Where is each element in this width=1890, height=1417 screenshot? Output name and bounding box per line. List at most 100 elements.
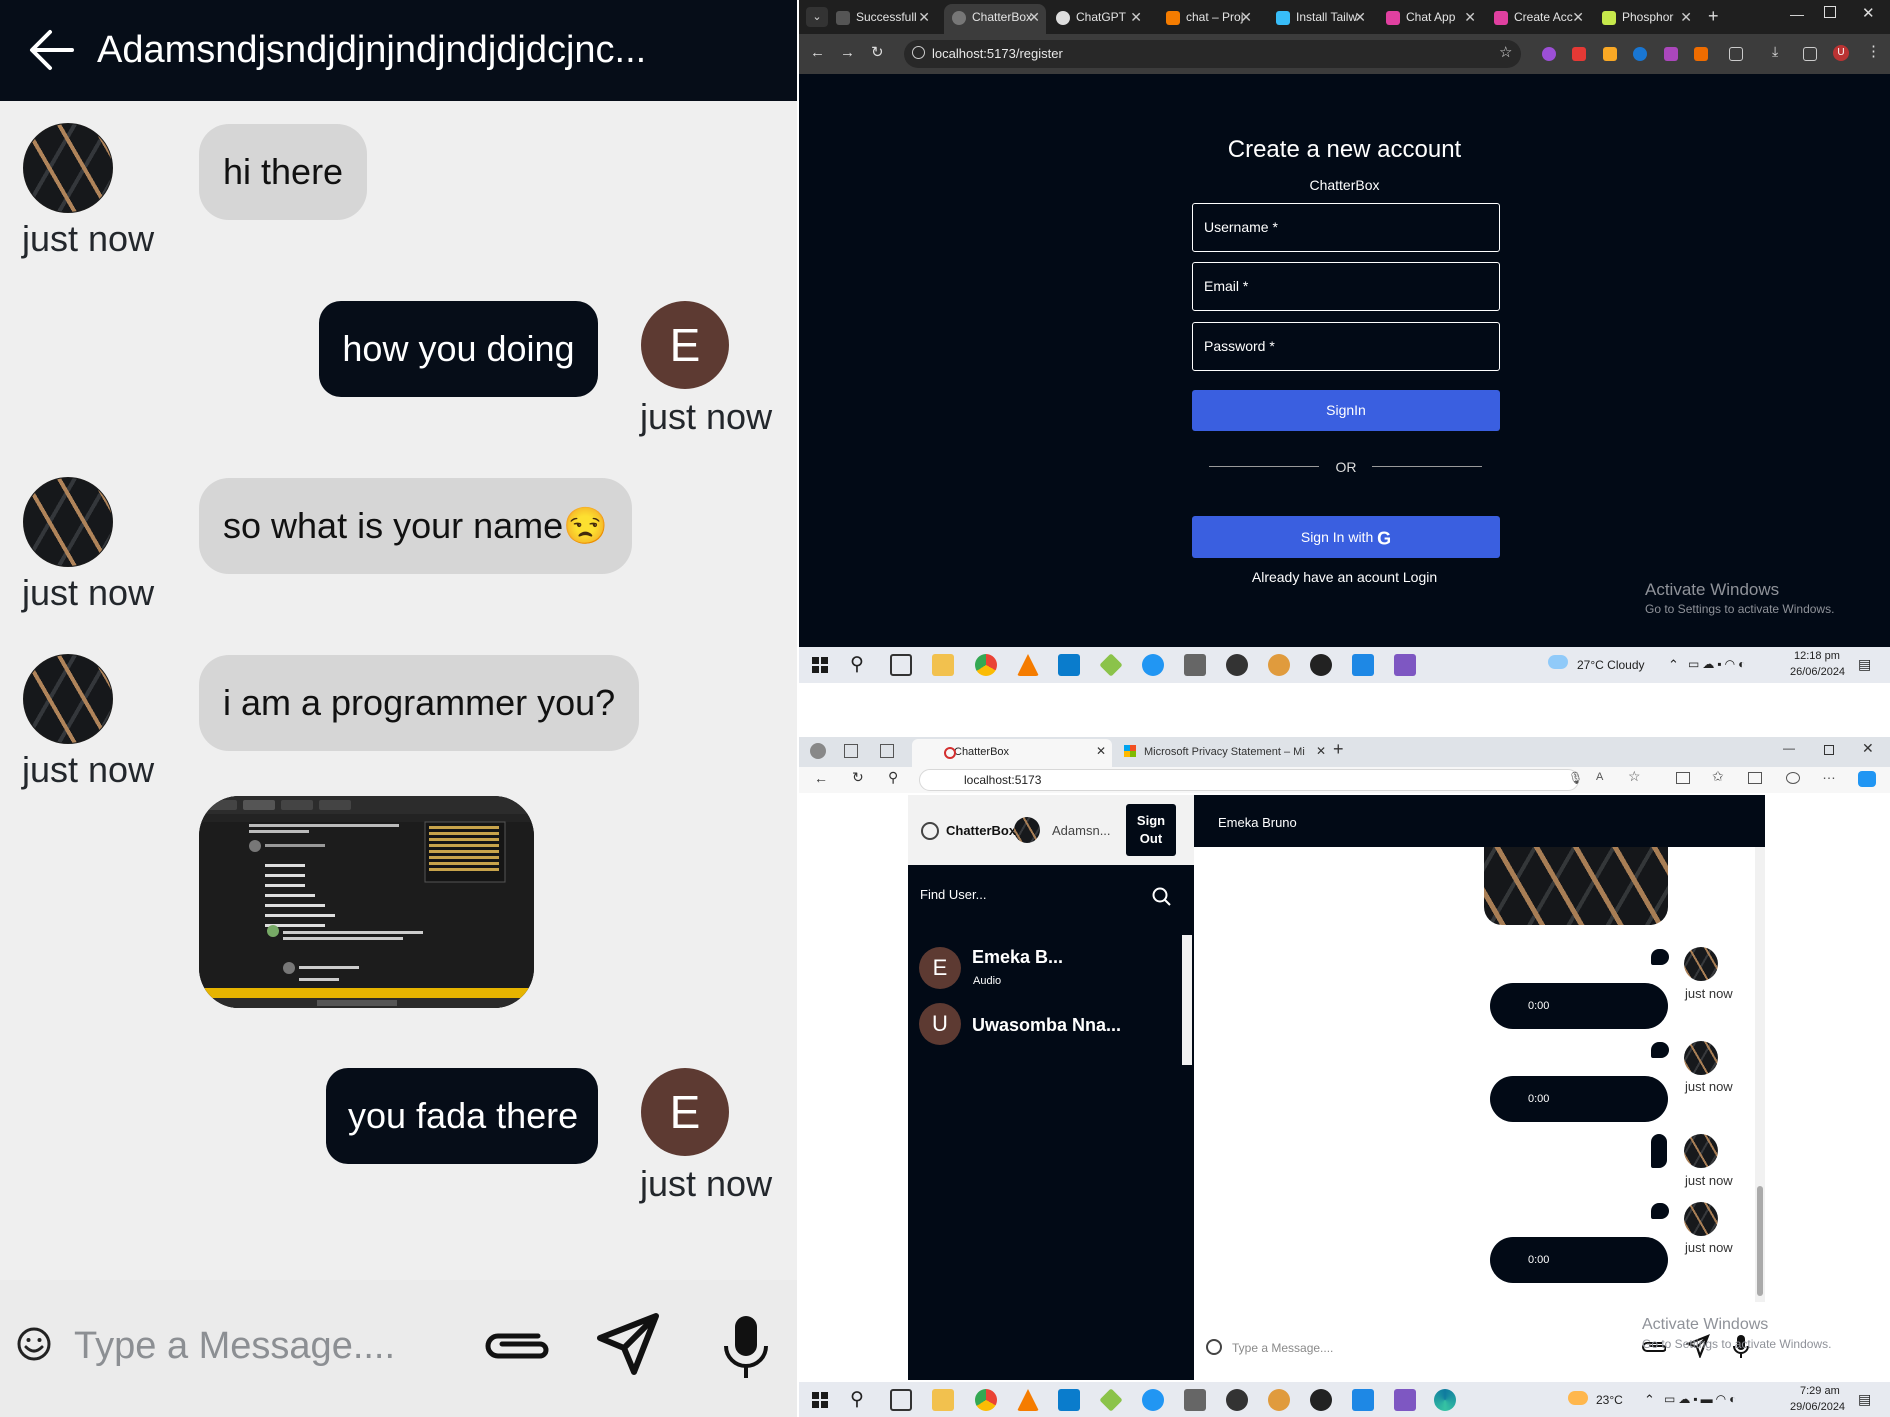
tab-close-icon[interactable]: ✕ (1680, 4, 1692, 30)
file-explorer-icon[interactable] (932, 654, 954, 676)
chrome-icon[interactable] (975, 654, 997, 676)
find-user-input[interactable]: Find User... (920, 880, 1180, 910)
split-screen-icon[interactable] (1676, 772, 1690, 784)
start-windows-icon[interactable] (812, 1392, 828, 1408)
address-bar[interactable]: localhost:5173 (919, 769, 1579, 791)
username-field[interactable]: Username * (1192, 203, 1500, 252)
favorite-star-icon[interactable]: ☆ (1628, 768, 1641, 785)
forward-icon[interactable]: → (840, 44, 855, 61)
app-icon[interactable] (1352, 1389, 1374, 1411)
user-name[interactable]: Emeka B... (972, 947, 1063, 968)
vscode-icon[interactable] (1058, 1389, 1080, 1411)
new-tab-icon[interactable]: + (1708, 6, 1719, 27)
audio-message[interactable]: 0:00 (1490, 1237, 1668, 1283)
extension-icon[interactable] (1542, 47, 1556, 61)
mic-icon[interactable]: 🎙 (1568, 771, 1583, 785)
tray-overflow-icon[interactable]: ⌃ (1668, 657, 1679, 673)
tab-close-icon[interactable]: ✕ (918, 4, 930, 30)
clock-time[interactable]: 7:29 am (1800, 1385, 1840, 1397)
workspaces-icon[interactable] (844, 744, 858, 758)
file-explorer-icon[interactable] (932, 1389, 954, 1411)
tab-close-icon[interactable]: ✕ (1130, 4, 1142, 30)
app-icon[interactable] (1352, 654, 1374, 676)
search-icon[interactable]: ⚲ (850, 653, 864, 676)
app-icon[interactable] (1226, 654, 1248, 676)
favorites-icon[interactable]: ✩ (1712, 768, 1724, 785)
reload-icon[interactable]: ↻ (852, 769, 864, 786)
notification-icon[interactable]: ▤ (1858, 656, 1871, 673)
extension-icon[interactable] (1603, 47, 1617, 61)
tab-create-account[interactable]: Create Acc ✕ (1494, 4, 1590, 34)
google-signin-button[interactable]: Sign In with G (1192, 516, 1500, 558)
address-bar[interactable]: localhost:5173/register (904, 40, 1521, 68)
extension-icon[interactable] (1786, 772, 1800, 784)
emoji-icon[interactable] (14, 1324, 54, 1364)
user-name[interactable]: Uwasomba Nna... (972, 1015, 1121, 1036)
edge-icon[interactable] (1434, 1389, 1456, 1411)
tab-chat-app[interactable]: Chat App ✕ (1386, 4, 1482, 34)
close-window-icon[interactable]: ✕ (1862, 4, 1875, 22)
minimize-icon[interactable]: — (1790, 6, 1804, 22)
back-arrow-icon[interactable] (28, 28, 76, 72)
profile-avatar[interactable]: U (1833, 45, 1849, 61)
audio-message[interactable]: 0:00 (1490, 1076, 1668, 1122)
signin-button[interactable]: SignIn (1192, 390, 1500, 431)
weather-text[interactable]: 27°C Cloudy (1577, 658, 1645, 672)
password-field[interactable]: Password * (1192, 322, 1500, 371)
search-icon[interactable] (1152, 887, 1172, 907)
menu-kebab-icon[interactable]: ⋮ (1866, 42, 1881, 60)
notification-icon[interactable]: ▤ (1858, 1391, 1871, 1408)
site-info-icon[interactable] (912, 46, 925, 59)
download-icon[interactable]: ⤓ (1772, 43, 1778, 60)
tab-successfull[interactable]: Successfull ✕ (836, 4, 936, 34)
chrome-icon[interactable] (975, 1389, 997, 1411)
tab-close-icon[interactable]: ✕ (1572, 4, 1584, 30)
vertical-tabs-icon[interactable] (880, 744, 894, 758)
tray-icons[interactable]: ▭☁▪◠◐ (1688, 657, 1748, 671)
email-field[interactable]: Email * (1192, 262, 1500, 311)
back-icon[interactable]: ← (810, 44, 825, 61)
app-icon[interactable] (1184, 654, 1206, 676)
task-view-icon[interactable] (890, 1389, 912, 1411)
restore-icon[interactable] (1824, 6, 1836, 18)
tray-icons[interactable]: ▭☁▪▬◠◐ (1664, 1392, 1739, 1406)
search-icon[interactable]: ⚲ (850, 1388, 864, 1411)
tab-chatgpt[interactable]: ChatGPT ✕ (1056, 4, 1148, 34)
start-windows-icon[interactable] (812, 657, 828, 673)
extensions-puzzle-icon[interactable] (1729, 47, 1743, 61)
signout-button[interactable]: Sign Out (1126, 804, 1176, 856)
scrollbar-thumb[interactable] (1757, 1186, 1763, 1296)
collections-icon[interactable] (1748, 772, 1762, 784)
obs-icon[interactable] (1310, 654, 1332, 676)
edge-tab-chatterbox[interactable]: ChatterBox (912, 739, 1112, 767)
side-panel-icon[interactable] (1803, 47, 1817, 61)
user-list-scrollbar[interactable] (1182, 935, 1192, 1065)
extension-icon[interactable] (1694, 47, 1708, 61)
new-tab-icon[interactable]: + (1333, 739, 1344, 760)
minimize-icon[interactable]: — (1783, 741, 1795, 755)
visual-studio-icon[interactable] (1394, 654, 1416, 676)
send-icon[interactable] (594, 1310, 662, 1378)
extension-icon[interactable] (1572, 47, 1586, 61)
tab-close-icon[interactable]: ✕ (1316, 744, 1326, 758)
tab-close-icon[interactable]: ✕ (1028, 4, 1040, 30)
tab-close-icon[interactable]: ✕ (1464, 4, 1476, 30)
message-input[interactable]: Type a Message.... (1232, 1341, 1432, 1355)
clock-date[interactable]: 26/06/2024 (1790, 666, 1845, 678)
copilot-icon[interactable] (1858, 771, 1876, 787)
mic-icon[interactable] (720, 1312, 772, 1384)
search-icon[interactable]: ⚲ (888, 769, 898, 786)
read-aloud-icon[interactable]: A (1596, 771, 1603, 783)
menu-dots-icon[interactable]: … (1822, 766, 1836, 782)
back-icon[interactable]: ← (814, 770, 828, 786)
weather-text[interactable]: 23°C (1596, 1393, 1623, 1407)
extension-icon[interactable] (1633, 47, 1647, 61)
edge-tab-privacy[interactable]: Microsoft Privacy Statement – Mi (1120, 739, 1320, 767)
tray-overflow-icon[interactable]: ⌃ (1644, 1392, 1655, 1408)
paperclip-icon[interactable] (480, 1322, 552, 1370)
bookmark-star-icon[interactable]: ☆ (1499, 43, 1512, 61)
tab-close-icon[interactable]: ✕ (1096, 744, 1106, 758)
tab-chat-project[interactable]: chat – Proj ✕ (1166, 4, 1258, 34)
message-image[interactable] (199, 796, 534, 1008)
tab-search-icon[interactable]: ⌄ (806, 7, 828, 27)
